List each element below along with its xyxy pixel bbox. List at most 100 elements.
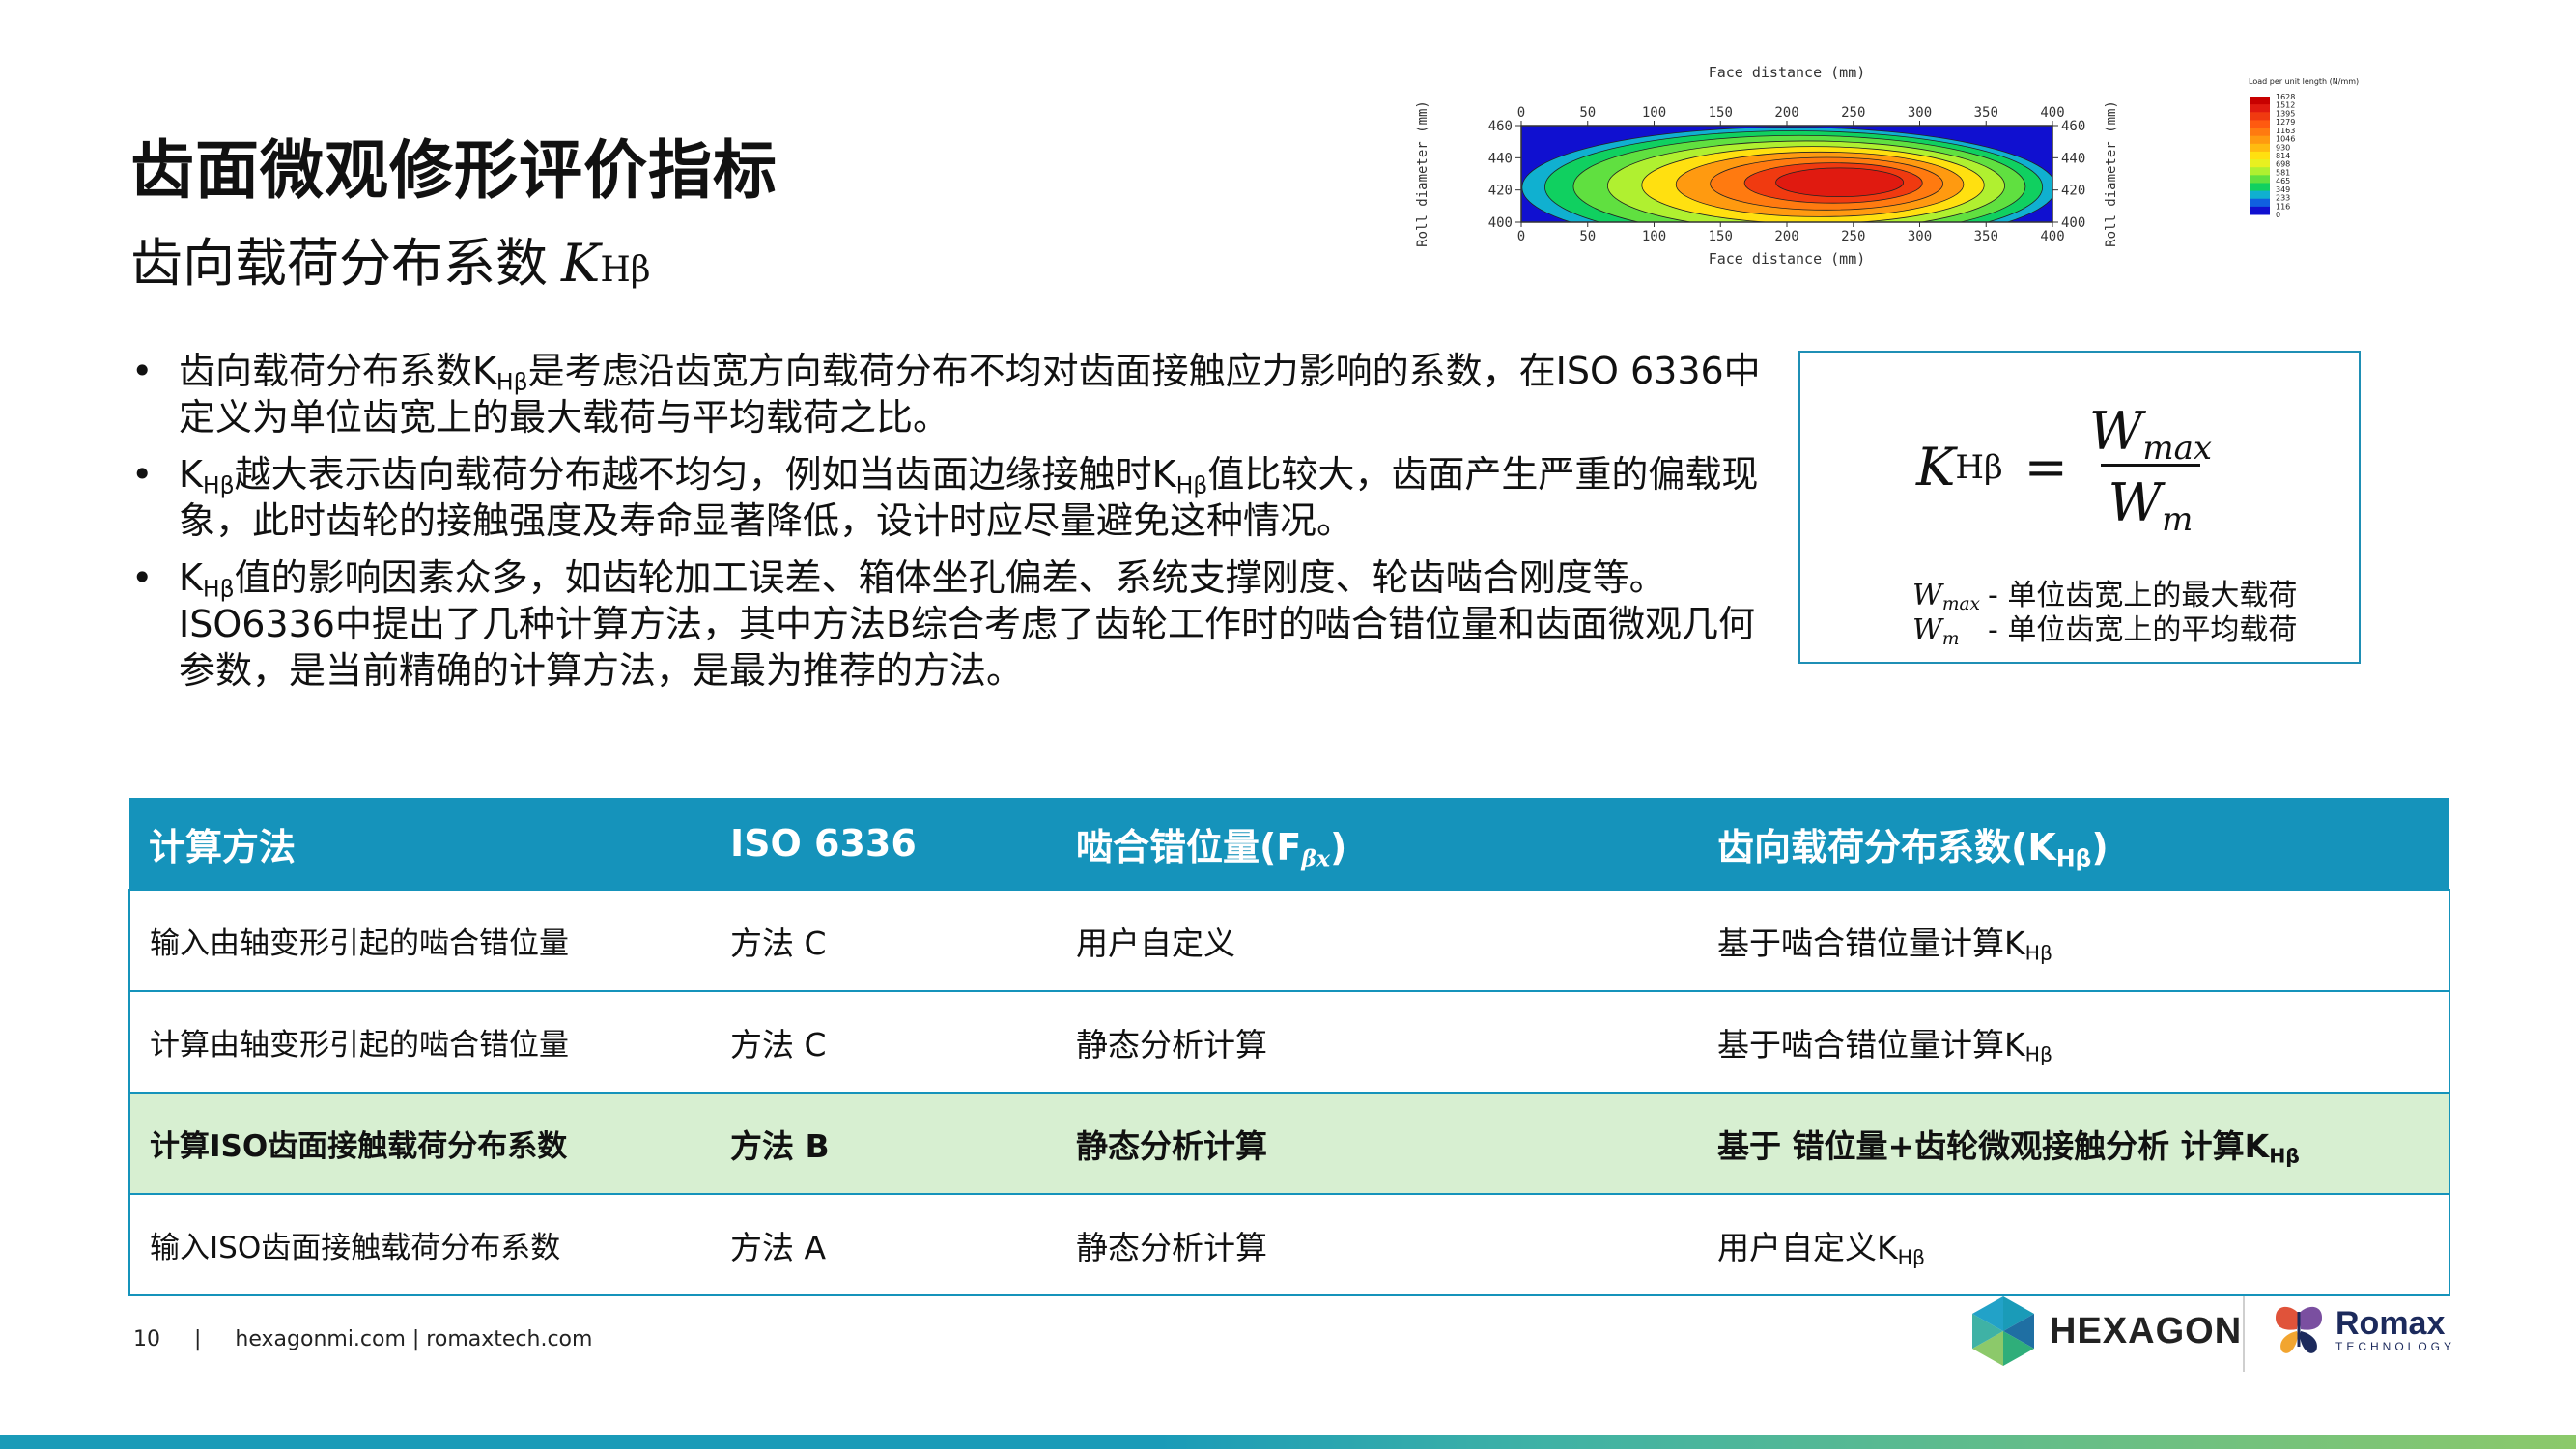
bullet-dot: • bbox=[131, 350, 154, 392]
y-tick-label-right: 400 bbox=[2061, 215, 2085, 231]
colorbar-level-label: 814 bbox=[2276, 152, 2290, 160]
colorbar-level-label: 1279 bbox=[2276, 118, 2295, 127]
subtitle-k-symbol: K bbox=[561, 233, 601, 294]
colorbar-level-label: 0 bbox=[2276, 211, 2280, 219]
cell-method: 输入ISO齿面接触载荷分布系数 bbox=[129, 1193, 711, 1295]
colorbar: 1628151213951279116310469308146985814653… bbox=[2250, 93, 2295, 219]
table-row: 计算由轴变形引起的啮合错位量 方法 C 静态分析计算 基于啮合错位量计算KHβ bbox=[129, 990, 2449, 1093]
colorbar-level-label: 1628 bbox=[2276, 93, 2295, 101]
colorbar-swatch bbox=[2250, 183, 2270, 192]
bottom-accent-bar bbox=[0, 1435, 2576, 1449]
colorbar-level-label: 1512 bbox=[2276, 101, 2295, 110]
page-subtitle: 齿向载荷分布系数 K Hβ bbox=[130, 220, 651, 297]
x-tick-label-bottom: 400 bbox=[2040, 229, 2064, 244]
x-tick-label-bottom: 250 bbox=[1841, 229, 1865, 244]
colorbar-swatch bbox=[2250, 128, 2270, 137]
cell-iso: 方法 A bbox=[711, 1193, 1057, 1295]
formula-equals: = bbox=[2024, 437, 2068, 497]
x-tick-label-top: 200 bbox=[1774, 105, 1798, 121]
y-tick-label-right: 420 bbox=[2061, 184, 2085, 199]
colorbar-swatch bbox=[2250, 135, 2270, 145]
footer-links[interactable]: hexagonmi.com | romaxtech.com bbox=[235, 1327, 592, 1351]
x-tick-label-bottom: 0 bbox=[1517, 229, 1525, 244]
cell-method: 输入由轴变形引起的啮合错位量 bbox=[129, 889, 711, 991]
x-tick-label-bottom: 200 bbox=[1774, 229, 1798, 244]
table-row: 输入ISO齿面接触载荷分布系数 方法 A 静态分析计算 用户自定义KHβ bbox=[129, 1193, 2449, 1295]
x-tick-label-top: 150 bbox=[1709, 105, 1733, 121]
cell-khb: 用户自定义KHβ bbox=[1698, 1193, 2449, 1295]
bullet-text: 越大表示齿向载荷分布越不均匀，例如当齿面边缘接触时K bbox=[234, 453, 1176, 496]
colorbar-swatch bbox=[2250, 143, 2270, 153]
formula-k: K bbox=[1916, 437, 1956, 497]
x-tick-label-bottom: 350 bbox=[1974, 229, 1998, 244]
denominator-w: W bbox=[2108, 472, 2163, 533]
header-text: ) bbox=[1330, 825, 1347, 868]
subscript: Hβ bbox=[1175, 471, 1208, 499]
colorbar-swatch bbox=[2250, 97, 2270, 105]
cell-sub: Hβ bbox=[2024, 941, 2053, 965]
footer: 10 | hexagonmi.com | romaxtech.com bbox=[133, 1327, 592, 1351]
bullet-item: • 齿向载荷分布系数KHβ是考虑沿齿宽方向载荷分布不均对齿面接触应力影响的系数，… bbox=[126, 348, 1768, 440]
legend-wm-text: - 单位齿宽上的平均载荷 bbox=[1988, 613, 2298, 647]
x-axis-label-bottom: Face distance (mm) bbox=[1709, 250, 1866, 268]
colorbar-level-label: 1395 bbox=[2276, 109, 2295, 118]
bullet-list: • 齿向载荷分布系数KHβ是考虑沿齿宽方向载荷分布不均对齿面接触应力影响的系数，… bbox=[126, 348, 1768, 704]
header-sub: Hβ bbox=[2055, 844, 2092, 872]
legend-wm: Wm - 单位齿宽上的平均载荷 bbox=[1912, 606, 2297, 648]
colorbar-swatch bbox=[2250, 120, 2270, 129]
subscript: Hβ bbox=[495, 368, 528, 396]
x-tick-label-top: 0 bbox=[1517, 105, 1525, 121]
x-tick-label-bottom: 50 bbox=[1579, 229, 1596, 244]
colorbar-level-label: 581 bbox=[2276, 168, 2290, 177]
table-row: 输入由轴变形引起的啮合错位量 方法 C 用户自定义 基于啮合错位量计算KHβ bbox=[129, 889, 2449, 991]
colorbar-level-label: 930 bbox=[2276, 143, 2290, 152]
colorbar-swatch bbox=[2250, 151, 2270, 160]
y-tick-label-left: 460 bbox=[1488, 119, 1513, 134]
header-method: 计算方法 bbox=[129, 798, 711, 890]
cell-text: 基于啮合错位量计算K bbox=[1717, 1025, 2025, 1064]
colorbar-swatch bbox=[2250, 159, 2270, 168]
legend-wm-symbol: Wm bbox=[1912, 613, 1988, 648]
load-distribution-chart: 0 0 50 50 100 100 150 150 200 200 250 250 300 300 350 3… bbox=[1405, 58, 2371, 280]
x-tick-label-top: 100 bbox=[1642, 105, 1666, 121]
hexagon-logo: HEXAGON bbox=[1968, 1294, 2242, 1368]
bullet-text: K bbox=[179, 556, 203, 599]
legend-w: W bbox=[1912, 613, 1942, 647]
cell-method: 计算ISO齿面接触载荷分布系数 bbox=[129, 1092, 711, 1194]
header-sub: βx bbox=[1301, 844, 1331, 872]
bullet-item: • KHβ值的影响因素众多，如齿轮加工误差、箱体坐孔偏差、系统支撑刚度、轮齿啮合… bbox=[126, 554, 1768, 694]
methods-table: 计算方法 ISO 6336 啮合错位量(Fβx) 齿向载荷分布系数(KHβ) 输… bbox=[128, 798, 2450, 1296]
bullet-text: 值的影响因素众多，如齿轮加工误差、箱体坐孔偏差、系统支撑刚度、轮齿啮合刚度等。I… bbox=[179, 556, 1756, 692]
colorbar-level-label: 349 bbox=[2276, 185, 2290, 194]
cell-misalign: 静态分析计算 bbox=[1057, 1193, 1698, 1295]
y-tick-label-left: 400 bbox=[1488, 215, 1513, 231]
fraction-numerator: Wmax bbox=[2081, 401, 2220, 465]
subtitle-text: 齿向载荷分布系数 bbox=[130, 233, 548, 294]
hexagon-logo-text: HEXAGON bbox=[2050, 1310, 2243, 1351]
chart-svg: 0 0 50 50 100 100 150 150 200 200 250 250 300 300 350 3… bbox=[1415, 64, 2359, 268]
colorbar-level-label: 465 bbox=[2276, 177, 2290, 185]
romax-logo-text: Romax bbox=[2335, 1305, 2446, 1342]
logo-divider bbox=[2243, 1296, 2245, 1372]
x-tick-label-top: 300 bbox=[1908, 105, 1932, 121]
x-tick-label-top: 250 bbox=[1841, 105, 1865, 121]
contour-band bbox=[1775, 167, 1905, 198]
colorbar-swatch bbox=[2250, 175, 2270, 184]
cell-method: 计算由轴变形引起的啮合错位量 bbox=[129, 990, 711, 1093]
x-tick-label-bottom: 100 bbox=[1642, 229, 1666, 244]
y-axis-label-left: Roll diameter (mm) bbox=[1415, 100, 1430, 247]
romax-butterfly-icon bbox=[2276, 1306, 2322, 1353]
cell-iso: 方法 C bbox=[711, 889, 1057, 991]
hexagon-logo-icon bbox=[1972, 1296, 2034, 1366]
header-text: ) bbox=[2091, 825, 2109, 868]
cell-misalign: 静态分析计算 bbox=[1057, 990, 1698, 1093]
y-tick-label-left: 440 bbox=[1488, 151, 1513, 166]
page-number: 10 bbox=[133, 1327, 160, 1351]
cell-iso: 方法 C bbox=[711, 990, 1057, 1093]
khb-formula: K Hβ = Wmax Wm bbox=[1916, 401, 2220, 536]
colorbar-level-label: 1046 bbox=[2276, 135, 2295, 144]
romax-logo: Romax TECHNOLOGY bbox=[2272, 1302, 2455, 1358]
x-tick-label-bottom: 300 bbox=[1908, 229, 1932, 244]
x-tick-label-top: 350 bbox=[1974, 105, 1998, 121]
colorbar-swatch bbox=[2250, 104, 2270, 113]
